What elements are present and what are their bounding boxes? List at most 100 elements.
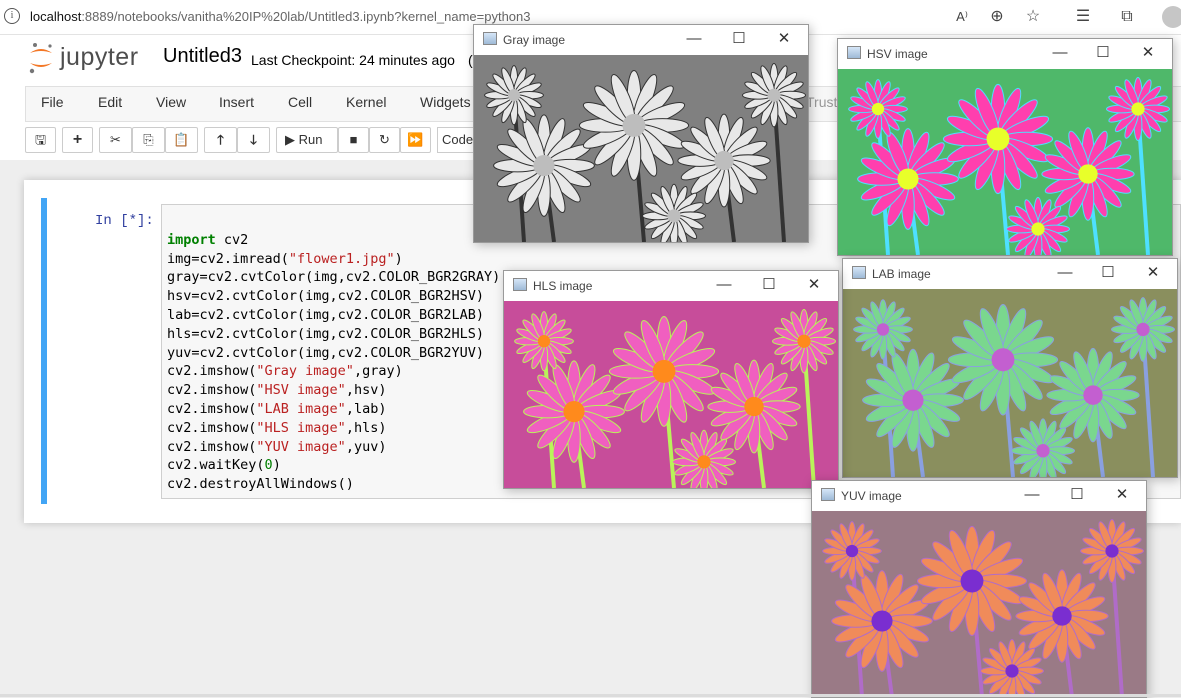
minimize-icon[interactable]: — — [1050, 43, 1070, 63]
flower-shape — [493, 114, 595, 217]
flower-shape — [862, 348, 964, 452]
flower-shape — [1046, 347, 1140, 443]
stop-icon[interactable]: ■ — [338, 127, 369, 153]
code-line: yuv=cv2.cvtColor(img,cv2.COLOR_BGR2YUV) — [167, 344, 484, 361]
code-line: cv2.imshow("Gray image",gray) — [167, 363, 403, 380]
lab-image — [843, 289, 1177, 477]
code-text: import cv2 img=cv2.imread("flower1.jpg") g… — [167, 212, 500, 513]
paste-icon[interactable]: 📋 — [165, 127, 198, 153]
yuv-image-window[interactable]: YUV image — ☐ ✕ — [811, 480, 1147, 698]
move-up-icon[interactable]: 🡑 — [204, 127, 237, 153]
menu-file[interactable]: File — [41, 94, 64, 110]
hsv-window-title: HSV image — [867, 47, 928, 61]
flower-shape — [1111, 297, 1175, 362]
maximize-icon[interactable]: ☐ — [1098, 263, 1118, 283]
lab-window-title: LAB image — [872, 267, 931, 281]
window-app-icon — [483, 32, 497, 45]
code-line: cv2.waitKey(0) — [167, 457, 281, 474]
cell-selection-bar — [41, 198, 47, 504]
collections-icon[interactable]: ⧉ — [1116, 6, 1138, 28]
move-down-icon[interactable]: 🡓 — [237, 127, 270, 153]
trusted-indicator[interactable]: Trust — [806, 94, 837, 110]
copy-icon[interactable]: ⎘ — [132, 127, 165, 153]
hls-image — [504, 301, 838, 488]
notebook-title[interactable]: Untitled3 — [163, 45, 242, 68]
save-icon[interactable]: 🖫 — [25, 127, 56, 153]
gray-window-title: Gray image — [503, 33, 566, 47]
maximize-icon[interactable]: ☐ — [759, 275, 779, 295]
lab-image-window[interactable]: LAB image — ☐ ✕ — [842, 258, 1178, 478]
minimize-icon[interactable]: — — [684, 29, 704, 49]
close-icon[interactable]: ✕ — [774, 29, 794, 49]
run-button[interactable]: ▶ Run — [276, 127, 338, 153]
menu-edit[interactable]: Edit — [98, 94, 122, 110]
read-aloud-icon[interactable]: A⁾ — [951, 6, 973, 28]
flower-shape — [1041, 127, 1135, 221]
flower-shape — [772, 309, 836, 374]
maximize-icon[interactable]: ☐ — [1093, 43, 1113, 63]
flower-shape — [707, 359, 801, 454]
flower-shape — [578, 69, 690, 181]
minimize-icon[interactable]: — — [1055, 263, 1075, 283]
flower-shape — [1015, 569, 1109, 663]
close-icon[interactable]: ✕ — [1112, 485, 1132, 505]
window-app-icon — [847, 46, 861, 59]
menu-view[interactable]: View — [156, 94, 186, 110]
flower-shape — [857, 128, 959, 230]
restart-icon[interactable]: ↻ — [369, 127, 400, 153]
menu-cell[interactable]: Cell — [288, 94, 312, 110]
yuv-window-title: YUV image — [841, 489, 902, 503]
fast-forward-icon[interactable]: ⏩ — [400, 127, 431, 153]
url-field[interactable]: localhost:8889/notebooks/vanitha%20IP%20… — [30, 9, 531, 24]
maximize-icon[interactable]: ☐ — [729, 29, 749, 49]
minimize-icon[interactable]: — — [1022, 485, 1042, 505]
zoom-icon[interactable]: ⊕ — [986, 6, 1008, 28]
checkpoint-status: Last Checkpoint: 24 minutes ago — [251, 52, 455, 68]
menu-kernel[interactable]: Kernel — [346, 94, 386, 110]
hls-image-window[interactable]: HLS image — ☐ ✕ — [503, 270, 839, 489]
minimize-icon[interactable]: — — [714, 275, 734, 295]
favorites-icon[interactable]: ☰ — [1072, 6, 1094, 28]
menu-insert[interactable]: Insert — [219, 94, 254, 110]
checkpoint-status-tail: ( — [468, 52, 473, 68]
run-icon: ▶ — [285, 132, 295, 147]
flower-shape — [514, 311, 574, 372]
input-prompt: In [*]: — [95, 213, 154, 229]
cell-type-select[interactable]: Code — [437, 127, 477, 153]
hsv-image — [838, 69, 1172, 255]
flower-shape — [822, 521, 882, 581]
profile-avatar[interactable] — [1162, 6, 1181, 28]
insert-cell-icon[interactable]: + — [62, 127, 93, 153]
hls-window-title: HLS image — [533, 279, 593, 293]
add-favorite-icon[interactable]: ☆ — [1022, 6, 1044, 28]
code-line: lab=cv2.cvtColor(img,cv2.COLOR_BGR2LAB) — [167, 306, 484, 323]
hls-window-titlebar[interactable]: HLS image — ☐ ✕ — [504, 271, 838, 301]
flower-shape — [1106, 77, 1170, 141]
gray-window-titlebar[interactable]: Gray image — ☐ ✕ — [474, 25, 808, 55]
close-icon[interactable]: ✕ — [1143, 263, 1163, 283]
code-line: gray=cv2.cvtColor(img,cv2.COLOR_BGR2GRAY… — [167, 269, 501, 286]
info-icon[interactable]: i — [4, 8, 20, 24]
jupyter-logo-icon[interactable] — [28, 42, 54, 74]
hsv-window-titlebar[interactable]: HSV image — ☐ ✕ — [838, 39, 1172, 69]
yuv-window-titlebar[interactable]: YUV image — ☐ ✕ — [812, 481, 1146, 511]
lab-window-titlebar[interactable]: LAB image — ☐ ✕ — [843, 259, 1177, 289]
url-host: localhost — [30, 9, 82, 24]
cut-icon[interactable]: ✂ — [99, 127, 132, 153]
menu-widgets[interactable]: Widgets — [420, 94, 471, 110]
flower-shape — [608, 315, 720, 427]
close-icon[interactable]: ✕ — [804, 275, 824, 295]
close-icon[interactable]: ✕ — [1138, 43, 1158, 63]
flower-shape — [831, 570, 933, 672]
code-line: import cv2 — [167, 231, 249, 248]
run-label: Run — [298, 132, 323, 147]
code-line: hls=cv2.cvtColor(img,cv2.COLOR_BGR2HLS) — [167, 325, 484, 342]
maximize-icon[interactable]: ☐ — [1067, 485, 1087, 505]
yuv-image — [812, 511, 1146, 697]
hsv-image-window[interactable]: HSV image — ☐ ✕ — [837, 38, 1173, 256]
code-line: img=cv2.imread("flower1.jpg") — [167, 250, 403, 267]
gray-image-window[interactable]: Gray image — ☐ ✕ — [473, 24, 809, 243]
code-line: hsv=cv2.cvtColor(img,cv2.COLOR_BGR2HSV) — [167, 288, 484, 305]
code-line: cv2.imshow("HLS image",hls) — [167, 419, 387, 436]
code-line: cv2.imshow("LAB image",lab) — [167, 400, 387, 417]
